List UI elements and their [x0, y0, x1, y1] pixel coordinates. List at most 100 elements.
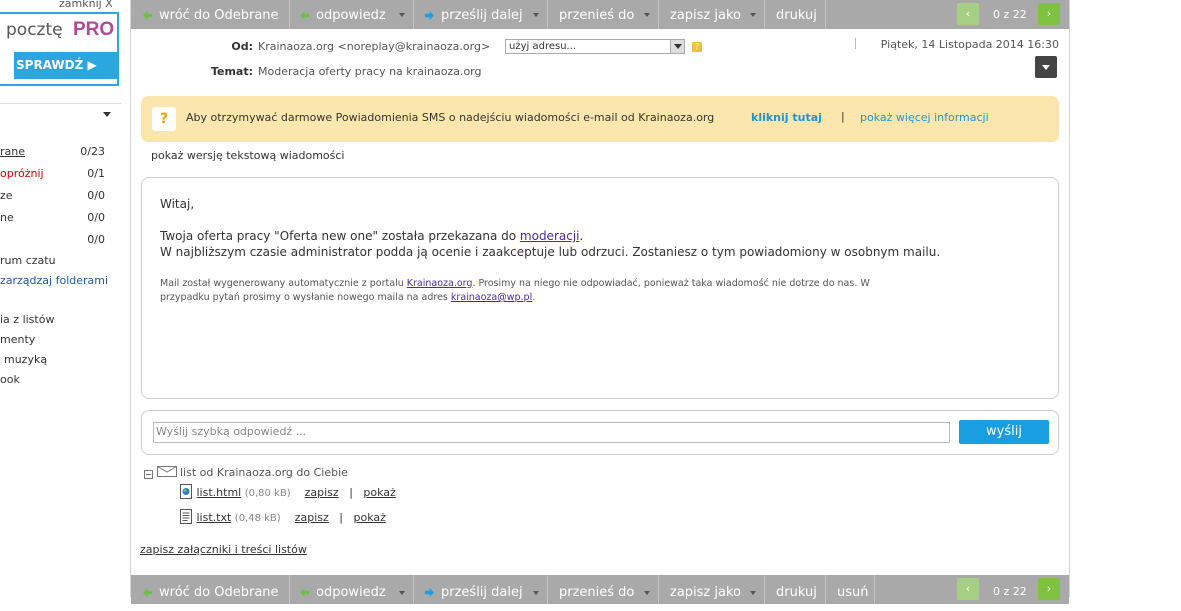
chevron-down-icon[interactable]	[750, 591, 756, 595]
address-select[interactable]: użyj adresu...	[505, 39, 685, 54]
folder-name[interactable]: opróżnij	[0, 167, 44, 180]
attachments-header: − list od Krainaoza.org do Ciebie	[144, 466, 348, 479]
chevron-down-icon[interactable]	[103, 112, 111, 117]
reply-label: odpowiedz	[316, 8, 386, 23]
folder-count: 0/23	[80, 145, 105, 158]
sidebar-link-chat[interactable]: rum czatu	[0, 254, 56, 267]
promo-text: pocztę	[6, 20, 63, 40]
save-attachment-link[interactable]: zapisz	[305, 486, 339, 499]
email-link[interactable]: krainaoza@wp.pl	[451, 292, 532, 303]
forward-button[interactable]: prześlij dalej	[415, 575, 548, 604]
subject-value: Moderacja oferty pracy na krainaoza.org	[258, 65, 482, 78]
print-button[interactable]: drukuj	[766, 0, 826, 29]
close-ad-link[interactable]: zamknij X	[59, 0, 113, 10]
separator: |	[841, 110, 845, 123]
footer-line-1: Mail został wygenerowany automatycznie z…	[160, 278, 870, 289]
promo-banner[interactable]: pocztę PRO SPRAWDŹ ▶	[0, 12, 119, 86]
folder-item-5[interactable]: 0/0	[0, 233, 121, 247]
save-attachments-link[interactable]: zapisz załączniki i treści listów	[140, 543, 307, 556]
collapse-icon[interactable]: −	[144, 470, 153, 479]
quick-reply-input[interactable]: Wyślij szybką odpowiedź ...	[153, 422, 950, 443]
chevron-down-icon[interactable]	[750, 13, 756, 17]
sidebar-link-manage-folders[interactable]: zarządzaj folderami	[0, 274, 108, 287]
sidebar-link-music[interactable]: muzyką	[4, 353, 47, 366]
flag-icon[interactable]	[855, 38, 862, 49]
quick-reply-box: Wyślij szybką odpowiedź ... wyślij	[141, 410, 1059, 455]
body-line-1: Twoja oferta pracy "Oferta new one" zost…	[160, 229, 583, 243]
address-select-value: użyj adresu...	[509, 41, 577, 52]
click-here-link[interactable]: kliknij tutaj	[751, 111, 822, 124]
divider	[1069, 0, 1070, 597]
from-label: Od:	[231, 40, 253, 53]
reply-button[interactable]: odpowiedz	[291, 0, 414, 29]
chevron-down-icon[interactable]	[533, 13, 539, 17]
print-label: drukuj	[776, 8, 817, 23]
help-icon[interactable]: ?	[692, 42, 702, 52]
attachments-title: list od Krainaoza.org do Ciebie	[180, 466, 348, 479]
message-body: Witaj, Twoja oferta pracy "Oferta new on…	[141, 177, 1059, 399]
show-attachment-link[interactable]: pokaż	[353, 511, 385, 524]
save-as-label: zapisz jako	[670, 585, 741, 600]
chevron-down-icon[interactable]	[399, 591, 405, 595]
promo-check-button[interactable]: SPRAWDŹ ▶	[14, 52, 118, 79]
greeting: Witaj,	[160, 197, 195, 211]
forward-arrow-icon	[425, 588, 434, 597]
portal-link[interactable]: Krainaoza.org	[407, 278, 473, 289]
send-button[interactable]: wyślij	[959, 420, 1049, 444]
chevron-down-icon[interactable]	[399, 13, 405, 17]
print-label: drukuj	[776, 585, 817, 600]
folder-count: 0/1	[87, 167, 105, 180]
folder-item-empty[interactable]: opróżnij 0/1	[0, 167, 121, 181]
prev-page-button[interactable]: ‹	[957, 3, 979, 25]
moderation-link[interactable]: moderacji	[520, 229, 580, 243]
footer-text: Mail został wygenerowany automatycznie z…	[160, 278, 404, 289]
move-to-button[interactable]: przenieś do	[549, 575, 659, 604]
chevron-down-icon[interactable]	[644, 591, 650, 595]
message-view: wróć do Odebrane odpowiedz prześlij dale…	[131, 0, 1069, 604]
show-text-version-link[interactable]: pokaż wersję tekstową wiadomości	[151, 149, 344, 162]
delete-button[interactable]: usuń	[827, 575, 875, 604]
attachment-name[interactable]: list.html	[197, 486, 242, 499]
more-options-button[interactable]	[1035, 56, 1057, 78]
attachment-row: list.txt (0,48 kB) zapisz | pokaż	[179, 509, 386, 524]
more-info-link[interactable]: pokaż więcej informacji	[860, 111, 989, 124]
sidebar-link-2[interactable]: menty	[0, 333, 35, 346]
show-attachment-link[interactable]: pokaż	[363, 486, 395, 499]
back-label: wróć do Odebrane	[159, 585, 279, 600]
chevron-down-icon[interactable]	[533, 591, 539, 595]
subject-label: Temat:	[210, 65, 253, 78]
back-label: wróć do Odebrane	[159, 8, 279, 23]
folder-item-4[interactable]: ne 0/0	[0, 211, 121, 225]
sidebar-link-1[interactable]: ia z listów	[0, 313, 54, 326]
reply-button[interactable]: odpowiedz	[291, 575, 414, 604]
attachment-name[interactable]: list.txt	[197, 511, 232, 524]
next-page-button[interactable]: ›	[1038, 3, 1060, 25]
save-attachment-link[interactable]: zapisz	[295, 511, 329, 524]
chevron-down-icon[interactable]	[644, 13, 650, 17]
back-button[interactable]: wróć do Odebrane	[131, 0, 290, 29]
folder-item-inbox[interactable]: rane 0/23	[0, 145, 121, 159]
promo-button-label: SPRAWDŹ	[16, 58, 84, 72]
save-as-button[interactable]: zapisz jako	[660, 0, 765, 29]
chevron-down-icon[interactable]	[670, 40, 684, 53]
move-to-button[interactable]: przenieś do	[549, 0, 659, 29]
folder-count: 0/0	[87, 233, 105, 246]
body-line-2: W najbliższym czasie administrator podda…	[160, 245, 941, 259]
separator: |	[349, 486, 353, 499]
back-button[interactable]: wróć do Odebrane	[131, 575, 290, 604]
divider	[0, 103, 121, 104]
print-button[interactable]: drukuj	[766, 575, 826, 604]
reply-arrow-icon	[300, 588, 309, 597]
separator: |	[339, 511, 343, 524]
move-label: przenieś do	[559, 585, 635, 600]
attachment-size: (0,48 kB)	[234, 513, 281, 524]
sidebar-link-4[interactable]: ook	[0, 373, 20, 386]
folder-name: ze	[0, 189, 13, 202]
move-label: przenieś do	[559, 8, 635, 23]
forward-button[interactable]: prześlij dalej	[415, 0, 548, 29]
save-as-button[interactable]: zapisz jako	[660, 575, 765, 604]
folder-item-3[interactable]: ze 0/0	[0, 189, 121, 203]
forward-arrow-icon	[425, 11, 434, 20]
save-as-label: zapisz jako	[670, 8, 741, 23]
pager-count: 0 z 22	[993, 8, 1027, 21]
